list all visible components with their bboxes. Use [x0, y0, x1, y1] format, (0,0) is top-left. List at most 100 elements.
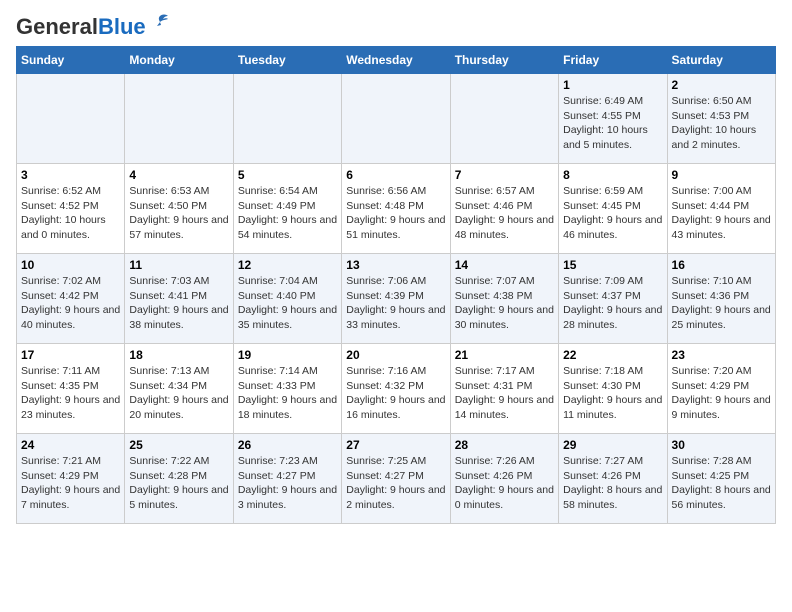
calendar-cell: 17Sunrise: 7:11 AM Sunset: 4:35 PM Dayli…: [17, 344, 125, 434]
day-number: 5: [238, 168, 337, 182]
day-number: 25: [129, 438, 228, 452]
day-info: Sunrise: 7:23 AM Sunset: 4:27 PM Dayligh…: [238, 454, 337, 513]
day-number: 27: [346, 438, 445, 452]
day-number: 3: [21, 168, 120, 182]
day-number: 24: [21, 438, 120, 452]
page-header: GeneralBlue: [16, 16, 776, 38]
calendar-cell: 21 Sunrise: 7:17 AM Sunset: 4:31 PM Dayli…: [450, 344, 558, 434]
day-info: Sunrise: 6:57 AM Sunset: 4:46 PM Dayligh…: [455, 184, 554, 243]
day-number: 29: [563, 438, 662, 452]
calendar-header-row: SundayMondayTuesdayWednesdayThursdayFrid…: [17, 47, 776, 74]
day-info: Sunrise: 6:52 AM Sunset: 4:52 PM Dayligh…: [21, 184, 120, 243]
calendar-cell: 15 Sunrise: 7:09 AM Sunset: 4:37 PM Dayli…: [559, 254, 667, 344]
day-number: 23: [672, 348, 771, 362]
day-info: Sunrise: 7:17 AM Sunset: 4:31 PM Dayligh…: [455, 364, 554, 423]
calendar-cell: 27 Sunrise: 7:25 AM Sunset: 4:27 PM Dayli…: [342, 434, 450, 524]
day-number: 14: [455, 258, 554, 272]
calendar-cell: 19Sunrise: 7:14 AM Sunset: 4:33 PM Dayli…: [233, 344, 341, 434]
calendar-cell: [342, 74, 450, 164]
day-number: 28: [455, 438, 554, 452]
calendar-cell: 23Sunrise: 7:20 AM Sunset: 4:29 PM Dayli…: [667, 344, 775, 434]
day-info: Sunrise: 7:00 AM Sunset: 4:44 PM Dayligh…: [672, 184, 771, 243]
day-number: 6: [346, 168, 445, 182]
day-number: 11: [129, 258, 228, 272]
day-info: Sunrise: 7:22 AM Sunset: 4:28 PM Dayligh…: [129, 454, 228, 513]
day-info: Sunrise: 6:53 AM Sunset: 4:50 PM Dayligh…: [129, 184, 228, 243]
day-number: 12: [238, 258, 337, 272]
day-number: 21: [455, 348, 554, 362]
day-info: Sunrise: 6:56 AM Sunset: 4:48 PM Dayligh…: [346, 184, 445, 243]
day-info: Sunrise: 7:21 AM Sunset: 4:29 PM Dayligh…: [21, 454, 120, 513]
day-info: Sunrise: 7:27 AM Sunset: 4:26 PM Dayligh…: [563, 454, 662, 513]
day-number: 15: [563, 258, 662, 272]
day-info: Sunrise: 7:10 AM Sunset: 4:36 PM Dayligh…: [672, 274, 771, 333]
calendar-cell: 11 Sunrise: 7:03 AM Sunset: 4:41 PM Dayli…: [125, 254, 233, 344]
calendar-cell: 25 Sunrise: 7:22 AM Sunset: 4:28 PM Dayli…: [125, 434, 233, 524]
calendar-header-thursday: Thursday: [450, 47, 558, 74]
logo-bird-icon: [148, 12, 170, 34]
calendar-week-row: 24 Sunrise: 7:21 AM Sunset: 4:29 PM Dayli…: [17, 434, 776, 524]
calendar-header-friday: Friday: [559, 47, 667, 74]
day-info: Sunrise: 6:49 AM Sunset: 4:55 PM Dayligh…: [563, 94, 662, 153]
day-number: 10: [21, 258, 120, 272]
calendar-header-sunday: Sunday: [17, 47, 125, 74]
day-info: Sunrise: 6:50 AM Sunset: 4:53 PM Dayligh…: [672, 94, 771, 153]
day-number: 7: [455, 168, 554, 182]
day-number: 13: [346, 258, 445, 272]
calendar-cell: 4 Sunrise: 6:53 AM Sunset: 4:50 PM Daylig…: [125, 164, 233, 254]
calendar-cell: 8 Sunrise: 6:59 AM Sunset: 4:45 PM Daylig…: [559, 164, 667, 254]
calendar-header-wednesday: Wednesday: [342, 47, 450, 74]
day-info: Sunrise: 7:04 AM Sunset: 4:40 PM Dayligh…: [238, 274, 337, 333]
day-number: 4: [129, 168, 228, 182]
calendar-cell: 12 Sunrise: 7:04 AM Sunset: 4:40 PM Dayli…: [233, 254, 341, 344]
day-info: Sunrise: 7:28 AM Sunset: 4:25 PM Dayligh…: [672, 454, 771, 513]
calendar-cell: 1 Sunrise: 6:49 AM Sunset: 4:55 PM Daylig…: [559, 74, 667, 164]
calendar-cell: [233, 74, 341, 164]
day-number: 20: [346, 348, 445, 362]
calendar-cell: 20 Sunrise: 7:16 AM Sunset: 4:32 PM Dayli…: [342, 344, 450, 434]
calendar-cell: 2 Sunrise: 6:50 AM Sunset: 4:53 PM Daylig…: [667, 74, 775, 164]
calendar-header-tuesday: Tuesday: [233, 47, 341, 74]
day-number: 9: [672, 168, 771, 182]
calendar-cell: [450, 74, 558, 164]
day-number: 26: [238, 438, 337, 452]
day-number: 16: [672, 258, 771, 272]
calendar-cell: 5Sunrise: 6:54 AM Sunset: 4:49 PM Daylig…: [233, 164, 341, 254]
logo: GeneralBlue: [16, 16, 170, 38]
calendar-cell: [17, 74, 125, 164]
day-info: Sunrise: 7:18 AM Sunset: 4:30 PM Dayligh…: [563, 364, 662, 423]
day-number: 1: [563, 78, 662, 92]
calendar-cell: 9 Sunrise: 7:00 AM Sunset: 4:44 PM Daylig…: [667, 164, 775, 254]
day-info: Sunrise: 7:09 AM Sunset: 4:37 PM Dayligh…: [563, 274, 662, 333]
day-number: 18: [129, 348, 228, 362]
calendar-header-monday: Monday: [125, 47, 233, 74]
calendar-week-row: 10 Sunrise: 7:02 AM Sunset: 4:42 PM Dayli…: [17, 254, 776, 344]
calendar-week-row: 3 Sunrise: 6:52 AM Sunset: 4:52 PM Daylig…: [17, 164, 776, 254]
calendar-cell: 26 Sunrise: 7:23 AM Sunset: 4:27 PM Dayli…: [233, 434, 341, 524]
calendar-cell: 29 Sunrise: 7:27 AM Sunset: 4:26 PM Dayli…: [559, 434, 667, 524]
calendar-cell: [125, 74, 233, 164]
calendar-cell: 10 Sunrise: 7:02 AM Sunset: 4:42 PM Dayli…: [17, 254, 125, 344]
day-info: Sunrise: 7:25 AM Sunset: 4:27 PM Dayligh…: [346, 454, 445, 513]
calendar-cell: 16 Sunrise: 7:10 AM Sunset: 4:36 PM Dayli…: [667, 254, 775, 344]
day-info: Sunrise: 7:02 AM Sunset: 4:42 PM Dayligh…: [21, 274, 120, 333]
day-number: 2: [672, 78, 771, 92]
calendar-cell: 28 Sunrise: 7:26 AM Sunset: 4:26 PM Dayli…: [450, 434, 558, 524]
day-info: Sunrise: 7:26 AM Sunset: 4:26 PM Dayligh…: [455, 454, 554, 513]
day-number: 19: [238, 348, 337, 362]
calendar-cell: 18 Sunrise: 7:13 AM Sunset: 4:34 PM Dayli…: [125, 344, 233, 434]
day-number: 30: [672, 438, 771, 452]
calendar-cell: 6 Sunrise: 6:56 AM Sunset: 4:48 PM Daylig…: [342, 164, 450, 254]
day-info: Sunrise: 7:13 AM Sunset: 4:34 PM Dayligh…: [129, 364, 228, 423]
calendar-cell: 22Sunrise: 7:18 AM Sunset: 4:30 PM Dayli…: [559, 344, 667, 434]
day-info: Sunrise: 6:59 AM Sunset: 4:45 PM Dayligh…: [563, 184, 662, 243]
day-number: 8: [563, 168, 662, 182]
calendar-cell: 24 Sunrise: 7:21 AM Sunset: 4:29 PM Dayli…: [17, 434, 125, 524]
logo-text: GeneralBlue: [16, 16, 146, 38]
day-info: Sunrise: 7:03 AM Sunset: 4:41 PM Dayligh…: [129, 274, 228, 333]
calendar-cell: 3 Sunrise: 6:52 AM Sunset: 4:52 PM Daylig…: [17, 164, 125, 254]
calendar-week-row: 17Sunrise: 7:11 AM Sunset: 4:35 PM Dayli…: [17, 344, 776, 434]
day-number: 17: [21, 348, 120, 362]
day-info: Sunrise: 7:16 AM Sunset: 4:32 PM Dayligh…: [346, 364, 445, 423]
day-info: Sunrise: 7:07 AM Sunset: 4:38 PM Dayligh…: [455, 274, 554, 333]
